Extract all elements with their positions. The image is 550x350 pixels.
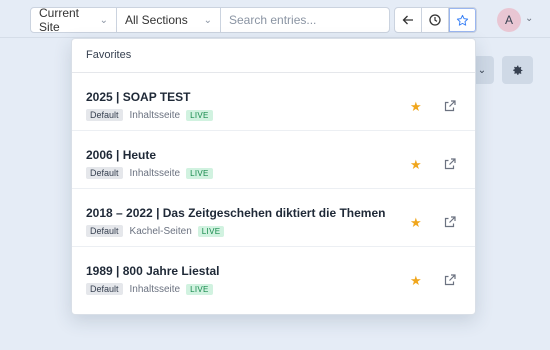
entry-meta: Default Kachel-Seiten LIVE [86, 225, 461, 237]
favorite-entry[interactable]: 2006 | Heute Default Inhaltsseite LIVE ★ [72, 131, 475, 189]
entry-meta: Default Inhaltsseite LIVE [86, 283, 461, 295]
star-filled-icon[interactable]: ★ [410, 273, 422, 289]
settings-button[interactable] [502, 56, 533, 84]
star-outline-icon [456, 14, 469, 26]
history-button[interactable] [422, 8, 449, 32]
entry-type-badge: Default [86, 225, 123, 237]
entry-title[interactable]: 2006 | Heute [86, 148, 461, 162]
entry-section: Inhaltsseite [129, 283, 181, 295]
status-badge: LIVE [197, 225, 225, 237]
entry-meta: Default Inhaltsseite LIVE [86, 109, 461, 121]
entry-type-badge: Default [86, 167, 123, 179]
status-badge: LIVE [186, 283, 213, 295]
status-badge: LIVE [186, 167, 213, 179]
clock-icon [429, 14, 441, 26]
entry-meta: Default Inhaltsseite LIVE [86, 167, 461, 179]
arrow-left-icon [402, 15, 413, 25]
entry-title[interactable]: 1989 | 800 Jahre Liestal [86, 264, 461, 278]
sections-select[interactable]: All Sections ⌄ [117, 8, 221, 32]
external-link-icon[interactable] [443, 99, 457, 113]
chevron-down-icon: ⌄ [99, 14, 108, 26]
back-button[interactable] [395, 8, 422, 32]
page: Current Site ⌄ All Sections ⌄ Search ent… [0, 0, 550, 350]
chevron-down-icon: ⌄ [477, 64, 487, 76]
external-link-icon[interactable] [443, 215, 457, 229]
search-group: Current Site ⌄ All Sections ⌄ [30, 6, 390, 34]
favorites-button[interactable] [449, 8, 476, 32]
chevron-down-icon[interactable]: ⌄ [525, 13, 533, 24]
user-avatar[interactable]: A [497, 8, 521, 32]
status-badge: LIVE [186, 109, 213, 121]
site-select[interactable]: Current Site ⌄ [31, 6, 117, 34]
history-nav-group [394, 7, 477, 33]
site-select-label: Current Site [39, 6, 80, 34]
entry-type-badge: Default [86, 283, 123, 295]
entry-section: Inhaltsseite [129, 109, 181, 121]
entry-type-badge: Default [86, 109, 123, 121]
entry-title[interactable]: 2018 – 2022 | Das Zeitgeschehen diktiert… [86, 206, 461, 220]
favorite-entry[interactable]: 2025 | SOAP TEST Default Inhaltsseite LI… [72, 73, 475, 131]
entry-title[interactable]: 2025 | SOAP TEST [86, 90, 461, 104]
favorite-entry[interactable]: 2018 – 2022 | Das Zeitgeschehen diktiert… [72, 189, 475, 247]
external-link-icon[interactable] [443, 273, 457, 287]
search-input[interactable] [221, 8, 389, 32]
star-filled-icon[interactable]: ★ [410, 215, 422, 231]
favorites-heading: Favorites [72, 39, 475, 73]
star-filled-icon[interactable]: ★ [410, 157, 422, 173]
sections-select-label: All Sections [125, 13, 188, 27]
gear-icon [513, 65, 523, 75]
favorite-entry[interactable]: 1989 | 800 Jahre Liestal Default Inhalts… [72, 247, 475, 305]
star-filled-icon[interactable]: ★ [410, 99, 422, 115]
top-toolbar: Current Site ⌄ All Sections ⌄ Search ent… [0, 0, 550, 38]
chevron-down-icon: ⌄ [203, 14, 212, 26]
avatar-initial: A [504, 13, 513, 27]
external-link-icon[interactable] [443, 157, 457, 171]
entry-section: Kachel-Seiten [129, 225, 192, 237]
favorites-panel: Favorites 2025 | SOAP TEST Default Inhal… [71, 38, 476, 315]
entry-section: Inhaltsseite [129, 167, 181, 179]
